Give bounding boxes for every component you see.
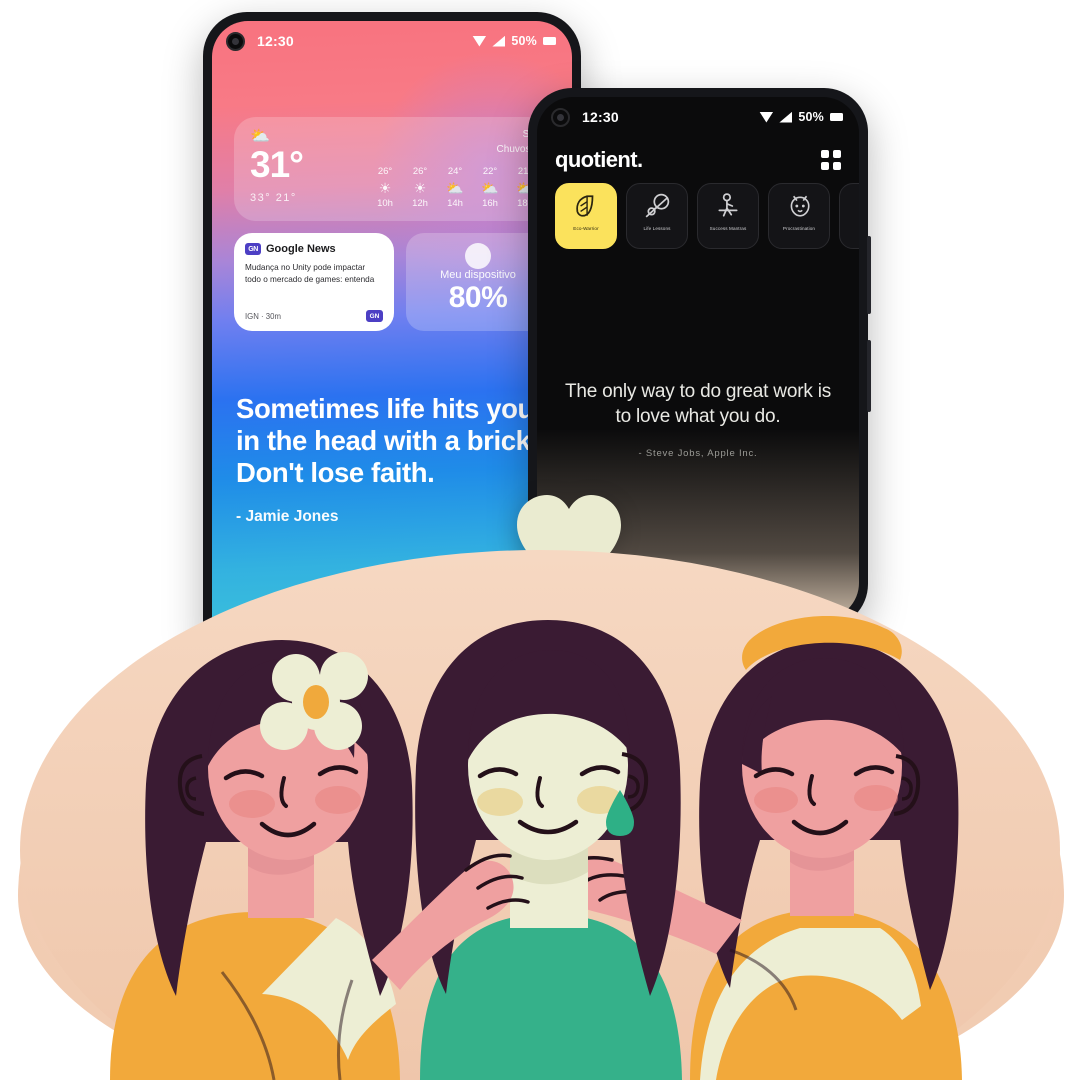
- hour-time: 14h: [447, 198, 463, 209]
- hour-time: 16h: [482, 198, 498, 209]
- status-clock: 12:30: [257, 33, 294, 49]
- weather-hour-item: 24° ⛅ 14h: [442, 166, 468, 209]
- hour-temp: 26°: [412, 166, 428, 177]
- signal-icon: [779, 111, 793, 123]
- news-source: IGN · 30m: [245, 311, 281, 321]
- chip-label: Life Lessons: [643, 226, 671, 231]
- battery-percent: 50%: [511, 34, 537, 48]
- app-header: quotient.: [537, 137, 859, 183]
- hour-temp: 22°: [482, 166, 498, 177]
- weather-hour-item: 22° ⛅ 16h: [477, 166, 503, 209]
- phone1-quote-block: Sometimes life hits you in the head with…: [236, 393, 550, 526]
- weather-hourly-forecast: 26° ☀ 10h 26° ☀ 12h 24° ⛅ 14h 22° ⛅ 16h 21° ⛅ 18h: [372, 166, 538, 209]
- battery-icon: [830, 113, 843, 121]
- google-news-logo-icon: GN: [245, 243, 261, 255]
- hour-temp: 26°: [377, 166, 393, 177]
- sun-icon: ☀: [378, 180, 392, 196]
- quote-author: - Steve Jobs, Apple Inc.: [638, 447, 758, 459]
- hour-time: 10h: [377, 198, 393, 209]
- front-camera-icon: [226, 31, 245, 51]
- sisyphus-boulder-icon: [645, 193, 670, 218]
- wifi-icon: [472, 35, 487, 47]
- hour-temp: 24°: [447, 166, 463, 177]
- phone2-quote-block: The only way to do great work is to love…: [563, 379, 833, 459]
- category-chip-self-care[interactable]: Self-care: [839, 183, 859, 249]
- device-dot-icon: [465, 243, 491, 269]
- partly-sunny-icon: ⛅: [446, 180, 464, 196]
- category-chip-procrastination[interactable]: Procrastination: [768, 183, 830, 249]
- news-badge-icon: GN: [366, 310, 383, 322]
- poster-stage: 12:30 50% SP Chuvoso ⛅ 31° 33° 21° 26°☀1…: [0, 0, 1080, 1080]
- hour-time: 12h: [412, 198, 428, 209]
- chip-label: Eco-Warrior: [573, 226, 599, 231]
- category-chip-list[interactable]: Eco-Warrior Life Lessons Success Mantras Pr…: [537, 183, 859, 255]
- category-chip-eco-warrior[interactable]: Eco-Warrior: [555, 183, 617, 249]
- sloth-icon: [790, 195, 810, 217]
- weather-hour-item: 26° ☀ 10h: [372, 166, 398, 209]
- weather-hour-item: 26° ☀ 12h: [407, 166, 433, 209]
- chip-label: Self-care: [857, 226, 859, 232]
- grid-menu-icon[interactable]: [821, 150, 841, 170]
- chip-label: Success Mantras: [709, 226, 747, 231]
- quote-text: Sometimes life hits you in the head with…: [236, 393, 538, 489]
- status-clock: 12:30: [582, 109, 619, 125]
- battery-icon: [543, 37, 556, 45]
- front-camera-icon: [551, 107, 570, 127]
- google-news-widget[interactable]: GN Google News Mudança no Unity pode imp…: [234, 233, 394, 331]
- leaf-icon: [576, 195, 594, 217]
- chip-label: Procrastination: [782, 226, 816, 231]
- partly-sunny-icon: ⛅: [250, 128, 270, 145]
- power-button[interactable]: [867, 340, 871, 412]
- category-chip-success-mantras[interactable]: Success Mantras: [697, 183, 759, 249]
- scissors-icon: [857, 193, 859, 219]
- friend-center: [415, 620, 682, 1080]
- weather-widget[interactable]: SP Chuvoso ⛅ 31° 33° 21° 26°☀10h26°☀12h2…: [234, 117, 550, 221]
- wifi-icon: [759, 111, 774, 123]
- phone1-status-bar: 12:30 50%: [212, 21, 572, 61]
- quote-text: The only way to do great work is to love…: [564, 381, 832, 428]
- category-chip-life-lessons[interactable]: Life Lessons: [626, 183, 688, 249]
- news-headline: Mudança no Unity pode impactar todo o me…: [245, 263, 375, 284]
- news-widget-title: Google News: [266, 243, 336, 255]
- volume-button[interactable]: [867, 236, 871, 314]
- phone2-status-bar: 12:30 50%: [537, 97, 859, 137]
- person-climbing-icon: [718, 193, 738, 217]
- three-friends-comforting-illustration: [20, 550, 1060, 1080]
- sun-icon: ☀: [413, 180, 427, 196]
- partly-sunny-icon: ⛅: [481, 180, 499, 196]
- signal-icon: [492, 35, 506, 47]
- battery-percent: 50%: [798, 110, 824, 124]
- app-title: quotient.: [555, 147, 643, 172]
